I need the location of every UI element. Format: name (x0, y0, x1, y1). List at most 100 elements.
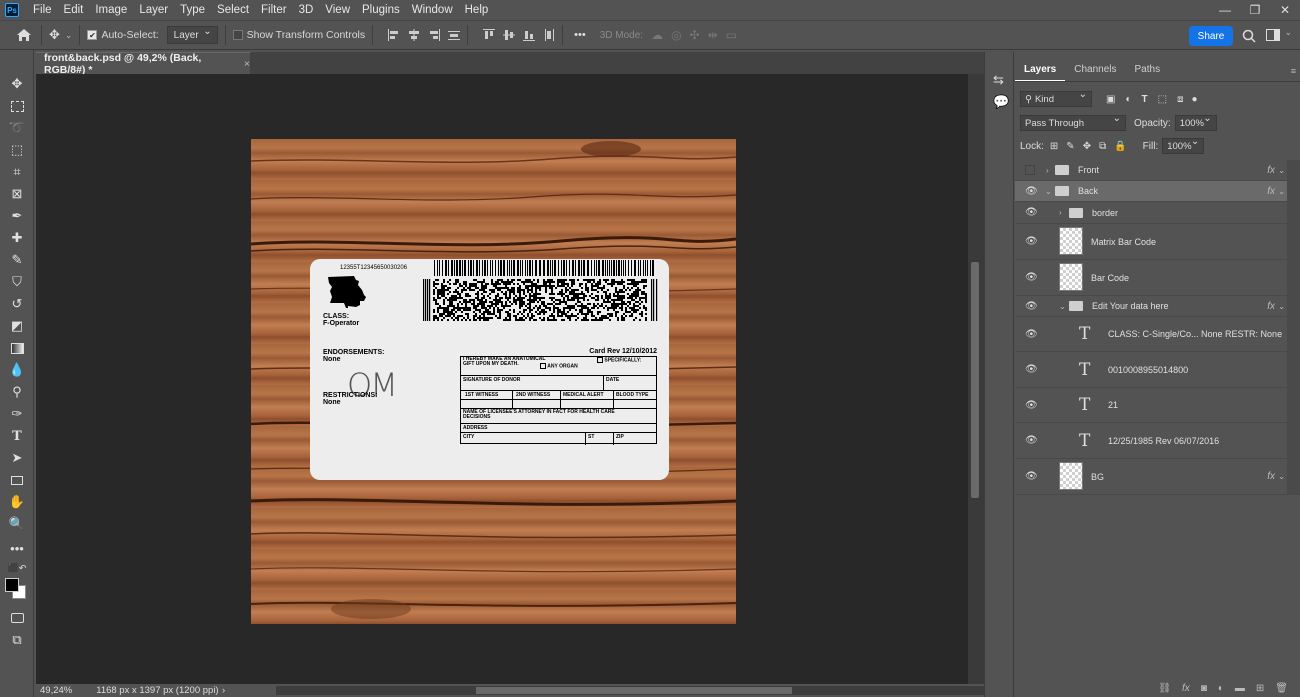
foreground-color-swatch[interactable] (5, 578, 19, 592)
tab-paths[interactable]: Paths (1126, 60, 1170, 81)
chevron-down-icon[interactable]: ⌄ (1278, 472, 1285, 481)
dodge-tool-icon[interactable]: ⚲ (8, 383, 26, 401)
eye-icon[interactable]: 👁 (1025, 186, 1038, 197)
scroll-thumb[interactable] (476, 687, 792, 694)
pen-tool-icon[interactable]: ✑ (8, 405, 26, 423)
align-right-icon[interactable] (428, 29, 441, 41)
filter-pixel-icon[interactable]: ▣ (1106, 94, 1115, 105)
menu-select[interactable]: Select (211, 4, 255, 16)
canvas-area[interactable]: 12355T12345650030206 CLASS: F-Operator E… (36, 74, 968, 684)
link-layers-icon[interactable]: ⛓ (1158, 683, 1171, 694)
eyedropper-tool-icon[interactable]: ✒ (8, 207, 26, 225)
add-layer-style-icon[interactable]: fx (1182, 683, 1190, 694)
layer-effects-icon[interactable]: fx (1267, 186, 1275, 197)
scroll-thumb[interactable] (971, 262, 979, 498)
align-top-icon[interactable] (483, 29, 496, 41)
zoom-level[interactable]: 49,24% (40, 685, 72, 696)
layer-filter-dropdown[interactable]: ⚲ Kind (1020, 89, 1092, 107)
show-transform-controls-checkbox[interactable] (232, 30, 243, 40)
comments-panel-icon[interactable]: 💬 (993, 94, 1009, 110)
lock-position-icon[interactable]: ✥ (1083, 141, 1091, 152)
blend-mode-dropdown[interactable]: Pass Through (1020, 113, 1126, 131)
edit-toolbar-icon[interactable]: ••• (8, 539, 26, 557)
close-tab-icon[interactable]: × (244, 58, 250, 70)
lasso-tool-icon[interactable]: ➰ (8, 119, 26, 137)
layer-effects-icon[interactable]: fx (1267, 471, 1275, 482)
layer-dates-text[interactable]: 👁 T 12/25/1985 Rev 06/07/2016 (1015, 423, 1287, 459)
align-vertical-center-icon[interactable] (503, 29, 516, 41)
move-tool-icon[interactable]: ✥ (8, 75, 26, 93)
filter-adjustment-icon[interactable]: ◐ (1125, 94, 1131, 105)
menu-help[interactable]: Help (459, 4, 495, 16)
history-panel-icon[interactable]: ⇆ (993, 72, 1004, 88)
history-brush-tool-icon[interactable]: ↺ (8, 295, 26, 313)
align-horizontal-center-icon[interactable] (408, 29, 420, 41)
menu-filter[interactable]: Filter (255, 4, 293, 16)
close-window-icon[interactable]: ✕ (1270, 0, 1300, 20)
filter-shape-icon[interactable]: ⬚ (1158, 94, 1167, 105)
layer-bar-code[interactable]: 👁 Bar Code (1015, 260, 1287, 296)
lock-transparency-icon[interactable]: ⊞ (1050, 141, 1058, 152)
crop-tool-icon[interactable]: ⌗ (8, 163, 26, 181)
layer-id-number-text[interactable]: 👁 T 0010008955014800 (1015, 352, 1287, 388)
lock-image-icon[interactable]: ✎ (1066, 141, 1074, 152)
default-colors-icon[interactable]: ⬛↶ (8, 559, 27, 577)
auto-select-target-dropdown[interactable]: Layer (166, 26, 218, 44)
chevron-down-icon[interactable]: ⌄ (1278, 302, 1285, 311)
filter-smart-object-icon[interactable]: ⧈ (1177, 94, 1183, 105)
chevron-right-icon[interactable]: › (1059, 208, 1062, 217)
menu-plugins[interactable]: Plugins (356, 4, 406, 16)
new-group-icon[interactable]: ▬ (1235, 683, 1245, 694)
brush-tool-icon[interactable]: ✎ (8, 251, 26, 269)
menu-window[interactable]: Window (406, 4, 459, 16)
more-options-icon[interactable]: ••• (574, 29, 586, 41)
eye-icon[interactable]: 👁 (1025, 400, 1038, 411)
distribute-horizontal-icon[interactable] (448, 29, 461, 41)
layer-back[interactable]: 👁 ⌄ Back fx ⌄ (1015, 181, 1287, 202)
search-icon[interactable] (1242, 29, 1256, 43)
auto-select-checkbox[interactable]: ✔ (87, 30, 98, 40)
clone-stamp-tool-icon[interactable]: ⛉ (8, 273, 26, 291)
menu-3d[interactable]: 3D (293, 4, 320, 16)
healing-brush-tool-icon[interactable]: ✚ (8, 229, 26, 247)
fill-input[interactable]: 100% (1162, 136, 1205, 154)
filter-toggle-icon[interactable]: ● (1191, 94, 1197, 105)
eye-icon[interactable]: 👁 (1025, 301, 1038, 312)
marquee-tool-icon[interactable] (8, 97, 26, 115)
workspace-icon[interactable] (1266, 29, 1280, 41)
layers-scrollbar[interactable] (1287, 160, 1300, 495)
quick-mask-icon[interactable] (8, 609, 26, 627)
lock-all-icon[interactable]: 🔒 (1114, 141, 1126, 152)
eye-icon[interactable]: 👁 (1025, 471, 1038, 482)
distribute-vertical-icon[interactable] (543, 29, 555, 41)
zoom-tool-icon[interactable]: 🔍 (8, 515, 26, 533)
chevron-down-icon[interactable]: ⌄ (1278, 187, 1285, 196)
opacity-input[interactable]: 100% (1174, 113, 1217, 131)
layer-class-text[interactable]: 👁 T CLASS: C-Single/Co... None RESTR: No… (1015, 317, 1287, 352)
minimize-icon[interactable]: — (1210, 0, 1240, 20)
menu-file[interactable]: File (27, 4, 58, 16)
layer-front[interactable]: › Front fx ⌄ (1015, 160, 1287, 181)
eraser-tool-icon[interactable]: ◩ (8, 317, 26, 335)
layer-border[interactable]: 👁 › border (1015, 202, 1287, 224)
layer-21-text[interactable]: 👁 T 21 (1015, 388, 1287, 423)
layer-matrix-bar-code[interactable]: 👁 Matrix Bar Code (1015, 224, 1287, 260)
horizontal-scrollbar[interactable] (276, 686, 996, 695)
menu-type[interactable]: Type (174, 4, 211, 16)
filter-type-icon[interactable]: T (1142, 94, 1148, 105)
menu-view[interactable]: View (319, 4, 356, 16)
lock-artboard-icon[interactable]: ⧉ (1099, 141, 1106, 152)
screen-mode-icon[interactable]: ⧉ (8, 631, 26, 649)
eye-icon[interactable]: 👁 (1025, 236, 1038, 247)
menu-edit[interactable]: Edit (58, 4, 90, 16)
workspace-dropdown-icon[interactable]: ⌄ (1284, 27, 1292, 38)
frame-tool-icon[interactable]: ⊠ (8, 185, 26, 203)
align-left-icon[interactable] (388, 29, 400, 41)
eye-icon[interactable]: 👁 (1025, 272, 1038, 283)
path-selection-tool-icon[interactable]: ➤ (8, 449, 26, 467)
restore-icon[interactable]: ❐ (1240, 0, 1270, 20)
eye-icon[interactable]: 👁 (1025, 364, 1038, 375)
home-icon[interactable] (14, 28, 34, 42)
blur-tool-icon[interactable]: 💧 (8, 361, 26, 379)
eye-icon[interactable]: 👁 (1025, 207, 1038, 218)
